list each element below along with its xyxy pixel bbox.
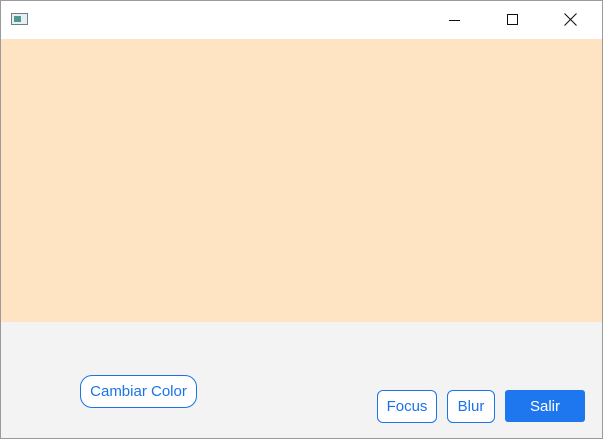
- change-color-button[interactable]: Cambiar Color: [80, 375, 197, 408]
- app-icon-inner: [14, 16, 21, 22]
- minimize-button[interactable]: [426, 1, 484, 39]
- blur-button[interactable]: Blur: [447, 390, 495, 423]
- app-window: Cambiar Color Focus Blur Salir: [0, 0, 603, 439]
- title-bar[interactable]: [1, 1, 602, 39]
- maximize-button[interactable]: [484, 1, 542, 39]
- close-icon: [564, 13, 577, 26]
- app-icon: [11, 13, 28, 25]
- focus-button[interactable]: Focus: [377, 390, 437, 423]
- color-panel: [1, 39, 602, 322]
- maximize-icon: [507, 14, 518, 25]
- minimize-icon: [449, 20, 460, 21]
- exit-button[interactable]: Salir: [505, 390, 585, 422]
- close-button[interactable]: [542, 1, 600, 39]
